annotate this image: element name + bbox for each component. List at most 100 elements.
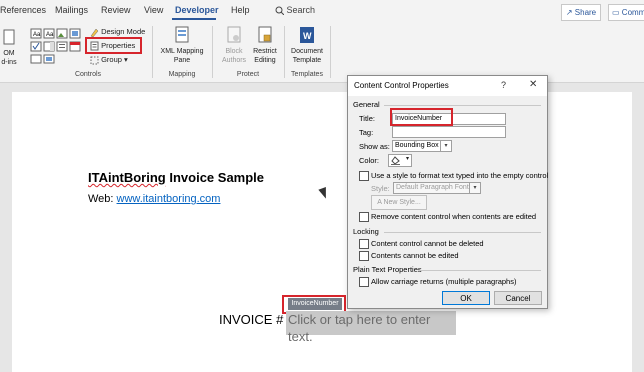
ribbon-separator	[152, 26, 153, 78]
templates-group-label: Templates	[291, 71, 323, 78]
xml-mapping-label-2: Pane	[173, 57, 191, 64]
building-block-icon	[69, 28, 81, 39]
checkbox-control-icon	[30, 41, 42, 52]
color-picker-button[interactable]: ▾	[388, 154, 412, 167]
xml-mapping-pane-button[interactable]: XML Mapping Pane	[156, 26, 208, 65]
block-authors-label-1: Block	[225, 48, 243, 55]
document-template-icon: W	[300, 27, 314, 43]
ribbon-tab-bar: References Mailings Review View Develope…	[0, 0, 644, 22]
title-input-highlight	[390, 108, 453, 126]
remove-control-label: Remove content control when contents are…	[371, 212, 537, 221]
plain-text-section-label: Plain Text Properties	[353, 265, 422, 274]
protect-group-label: Protect	[236, 71, 260, 78]
section-divider	[384, 105, 541, 106]
content-control-properties-dialog: Content Control Properties ? ✕ General T…	[347, 75, 548, 309]
web-label: Web:	[88, 193, 117, 205]
color-label: Color:	[359, 156, 380, 165]
website-link[interactable]: www.itaintboring.com	[117, 193, 221, 205]
paint-bucket-icon	[391, 156, 400, 165]
ribbon-separator	[212, 26, 213, 78]
cannot-edit-label: Contents cannot be edited	[371, 251, 459, 260]
search-icon	[275, 6, 284, 16]
comments-button[interactable]: ▭ Comm	[608, 4, 644, 21]
help-icon[interactable]: ?	[501, 80, 506, 90]
restrict-editing-label-1: Restrict	[253, 48, 277, 55]
group-icon	[90, 56, 99, 65]
date-picker-icon	[69, 41, 81, 52]
active-tab-indicator	[172, 18, 216, 20]
legacy-tools-icon	[30, 54, 42, 64]
block-authors-label-2: Authors	[221, 57, 247, 64]
document-heading[interactable]: ITAintBoring Invoice Sample	[88, 170, 264, 185]
heading-text: Invoice Sample	[165, 170, 265, 185]
mapping-group-label: Mapping	[168, 71, 196, 78]
svg-text:Aa: Aa	[33, 32, 41, 38]
tab-mailings[interactable]: Mailings	[55, 5, 88, 15]
ribbon: OM d-ins Aa Aa Design Mode Properties Gr…	[0, 22, 644, 83]
chevron-down-icon: ▾	[124, 55, 128, 64]
cannot-edit-checkbox[interactable]	[359, 251, 369, 261]
comment-icon: ▭	[612, 8, 620, 17]
new-style-label: New Style...	[383, 199, 421, 206]
content-controls-gallery[interactable]: Aa Aa	[30, 28, 82, 64]
cannot-delete-checkbox[interactable]	[359, 239, 369, 249]
repeating-section-icon	[43, 54, 55, 64]
heading-misspelled-word: ITAintBoring	[88, 170, 166, 185]
document-template-label-2: Template	[292, 57, 322, 64]
share-button[interactable]: ↗ Share	[561, 4, 601, 21]
show-as-label: Show as:	[359, 142, 390, 151]
properties-highlight	[85, 37, 142, 54]
tab-view[interactable]: View	[144, 5, 163, 15]
design-mode-icon	[90, 28, 99, 37]
section-divider	[418, 270, 541, 271]
locking-section-label: Locking	[353, 227, 379, 236]
dialog-titlebar: Content Control Properties ? ✕	[348, 76, 547, 96]
com-addins-label-2: d-ins	[1, 59, 17, 66]
tab-review[interactable]: Review	[101, 5, 131, 15]
allow-returns-checkbox[interactable]	[359, 277, 369, 287]
cannot-delete-label: Content control cannot be deleted	[371, 239, 484, 248]
restrict-editing-button[interactable]: Restrict Editing	[250, 26, 280, 65]
ok-button[interactable]: OK	[442, 291, 490, 305]
tag-label: Tag:	[359, 128, 374, 137]
block-authors-button[interactable]: Block Authors	[217, 26, 251, 65]
svg-text:W: W	[303, 31, 312, 41]
chevron-down-icon: ▾	[440, 141, 451, 151]
section-divider	[384, 232, 541, 233]
svg-text:Aa: Aa	[46, 32, 54, 38]
share-icon: ↗	[565, 8, 573, 17]
style-select[interactable]: Default Paragraph Font ▾	[393, 182, 481, 194]
dialog-title: Content Control Properties	[354, 81, 449, 90]
allow-returns-label: Allow carriage returns (multiple paragra…	[371, 277, 517, 286]
new-style-icon: A	[377, 199, 382, 206]
ribbon-separator	[330, 26, 331, 78]
new-style-button[interactable]: A New Style...	[371, 195, 427, 210]
tab-references[interactable]: References	[0, 5, 46, 15]
tag-input[interactable]	[392, 126, 506, 138]
tab-developer[interactable]: Developer	[175, 5, 219, 15]
dropdown-list-icon	[56, 41, 68, 52]
ribbon-separator	[284, 26, 285, 78]
cancel-button[interactable]: Cancel	[494, 291, 542, 305]
style-label: Style:	[371, 184, 390, 193]
invoice-number-content-control[interactable]: Click or tap here to enter text.	[286, 311, 456, 344]
com-addins-button[interactable]: OM d-ins	[0, 28, 18, 67]
document-template-button[interactable]: W Document Template	[287, 26, 327, 65]
restrict-editing-icon	[258, 26, 272, 43]
com-addins-label-1: OM	[3, 50, 15, 57]
tab-help[interactable]: Help	[231, 5, 250, 15]
share-label: Share	[574, 8, 597, 17]
use-style-checkbox[interactable]	[359, 171, 369, 181]
show-as-select[interactable]: Bounding Box ▾	[392, 140, 452, 152]
design-mode-button[interactable]: Design Mode	[90, 27, 145, 37]
show-as-value: Bounding Box	[395, 142, 439, 149]
group-button[interactable]: Group ▾	[90, 55, 128, 65]
style-value: Default Paragraph Font	[396, 184, 469, 191]
search-box[interactable]: Search	[275, 5, 315, 16]
general-section-label: General	[353, 100, 380, 109]
group-label: Group	[101, 55, 122, 64]
rich-text-control-icon: Aa	[30, 28, 42, 39]
remove-control-checkbox[interactable]	[359, 212, 369, 222]
close-icon[interactable]: ✕	[529, 79, 537, 90]
xml-mapping-label-1: XML Mapping	[160, 48, 204, 55]
